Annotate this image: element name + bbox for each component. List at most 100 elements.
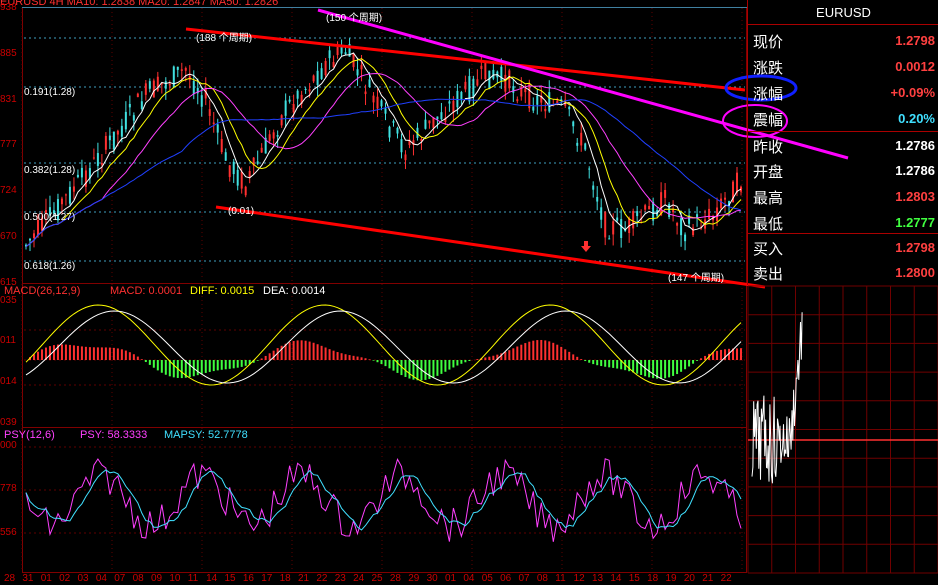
candle-body: [268, 134, 271, 141]
candle-body: [672, 209, 675, 213]
quote-label: 震幅: [753, 111, 784, 129]
price-tick: 670: [0, 231, 17, 242]
time-tick: 13: [592, 573, 604, 584]
candle-body: [448, 101, 451, 104]
candle-body: [220, 139, 223, 153]
candle-body: [128, 103, 131, 108]
quote-row-low: 最低 1.2777: [748, 209, 938, 235]
candle-body: [588, 168, 591, 170]
candle-body: [112, 131, 115, 150]
time-tick: 14: [206, 573, 218, 584]
candle-body: [380, 100, 383, 107]
quote-row-prev-close: 昨收 1.2786: [748, 132, 938, 158]
time-tick: 21: [298, 573, 310, 584]
price-tick: 831: [0, 94, 17, 105]
candle-body: [580, 132, 583, 146]
candle-body: [600, 207, 603, 220]
candle-body: [592, 185, 595, 190]
quote-row-change: 涨跌 0.0012: [748, 53, 938, 79]
macd-tick: 011: [0, 335, 16, 346]
candle-body: [228, 165, 231, 177]
time-tick: 20: [683, 573, 695, 584]
quote-label: 涨跌: [753, 59, 784, 77]
candle-body: [292, 104, 295, 112]
candle-body: [632, 211, 635, 229]
quote-value: 1.2800: [895, 265, 935, 280]
time-tick: 02: [59, 573, 71, 584]
candle-body: [424, 119, 427, 129]
candle-body: [64, 194, 67, 196]
time-tick: 03: [77, 573, 89, 584]
psy-line: [25, 457, 742, 542]
candle-body: [304, 88, 307, 90]
candle-body: [536, 95, 539, 105]
candle-body: [324, 60, 327, 76]
candle-body: [620, 219, 623, 238]
candle-body: [260, 147, 263, 153]
candle-body: [636, 211, 639, 217]
time-tick: 10: [169, 573, 181, 584]
candle-body: [616, 217, 619, 221]
candle-body: [256, 161, 259, 164]
fib-label: 0.382(1.28): [24, 165, 76, 176]
candle-body: [200, 95, 203, 107]
fib-label: 0.500(1.27): [24, 212, 76, 223]
candle-body: [224, 152, 227, 161]
time-tick: 22: [316, 573, 328, 584]
psy-value: PSY: 58.3333: [80, 429, 148, 441]
macd-tick: 035: [0, 295, 17, 306]
quote-value: 0.20%: [898, 111, 935, 126]
time-tick: 14: [610, 573, 622, 584]
candle-body: [648, 206, 651, 210]
time-tick: 09: [151, 573, 163, 584]
quote-panel: EURUSD 现价 1.2798 涨跌 0.0012 涨幅 +0.09% 震幅 …: [747, 0, 938, 285]
candle-body: [356, 69, 359, 76]
candle-body: [280, 115, 283, 126]
candle-body: [76, 174, 79, 178]
time-tick: 19: [665, 573, 677, 584]
time-tick: 15: [224, 573, 236, 584]
time-tick: 28: [4, 573, 16, 584]
quote-value: 1.2777: [895, 215, 935, 230]
candle-body: [388, 126, 391, 138]
candle-body: [404, 154, 407, 161]
quote-label: 现价: [753, 33, 784, 51]
candle-body: [296, 90, 299, 99]
quote-value: 1.2786: [895, 163, 935, 178]
candle-body: [488, 70, 491, 89]
candle-body: [364, 91, 367, 95]
time-tick: 28: [389, 573, 401, 584]
quote-label: 开盘: [753, 163, 784, 181]
candle-body: [472, 78, 475, 98]
candle-body: [244, 186, 247, 196]
candle-body: [692, 227, 695, 236]
quote-value: 1.2803: [895, 189, 935, 204]
candle-body: [100, 163, 103, 165]
psy-tick: 556: [0, 527, 17, 538]
candle-body: [184, 67, 187, 71]
low-annotation: (0.01): [228, 206, 255, 217]
candle-body: [152, 80, 155, 98]
quote-label: 涨幅: [753, 85, 784, 103]
time-tick: 17: [261, 573, 273, 584]
time-tick: 15: [628, 573, 640, 584]
candle-body: [736, 172, 739, 193]
candle-body: [708, 208, 711, 219]
dea-value: DEA: 0.0014: [263, 285, 326, 297]
candle-body: [28, 238, 31, 241]
time-tick: 01: [445, 573, 457, 584]
candle-body: [492, 69, 495, 79]
candle-body: [92, 157, 95, 159]
candle-body: [676, 223, 679, 226]
quote-row-change-pct: 涨幅 +0.09%: [748, 79, 938, 105]
time-tick: 23: [334, 573, 346, 584]
time-tick: 01: [40, 573, 52, 584]
candle-body: [236, 169, 239, 186]
candle-body: [120, 125, 123, 137]
candle-body: [72, 186, 75, 192]
ma-header-label: EURUSD 4H MA10: 1.2838 MA20: 1.2847 MA50…: [0, 0, 279, 8]
quote-value: 1.2798: [895, 240, 935, 255]
candle-body: [344, 52, 347, 55]
candle-body: [604, 212, 607, 238]
candle-body: [192, 80, 195, 95]
